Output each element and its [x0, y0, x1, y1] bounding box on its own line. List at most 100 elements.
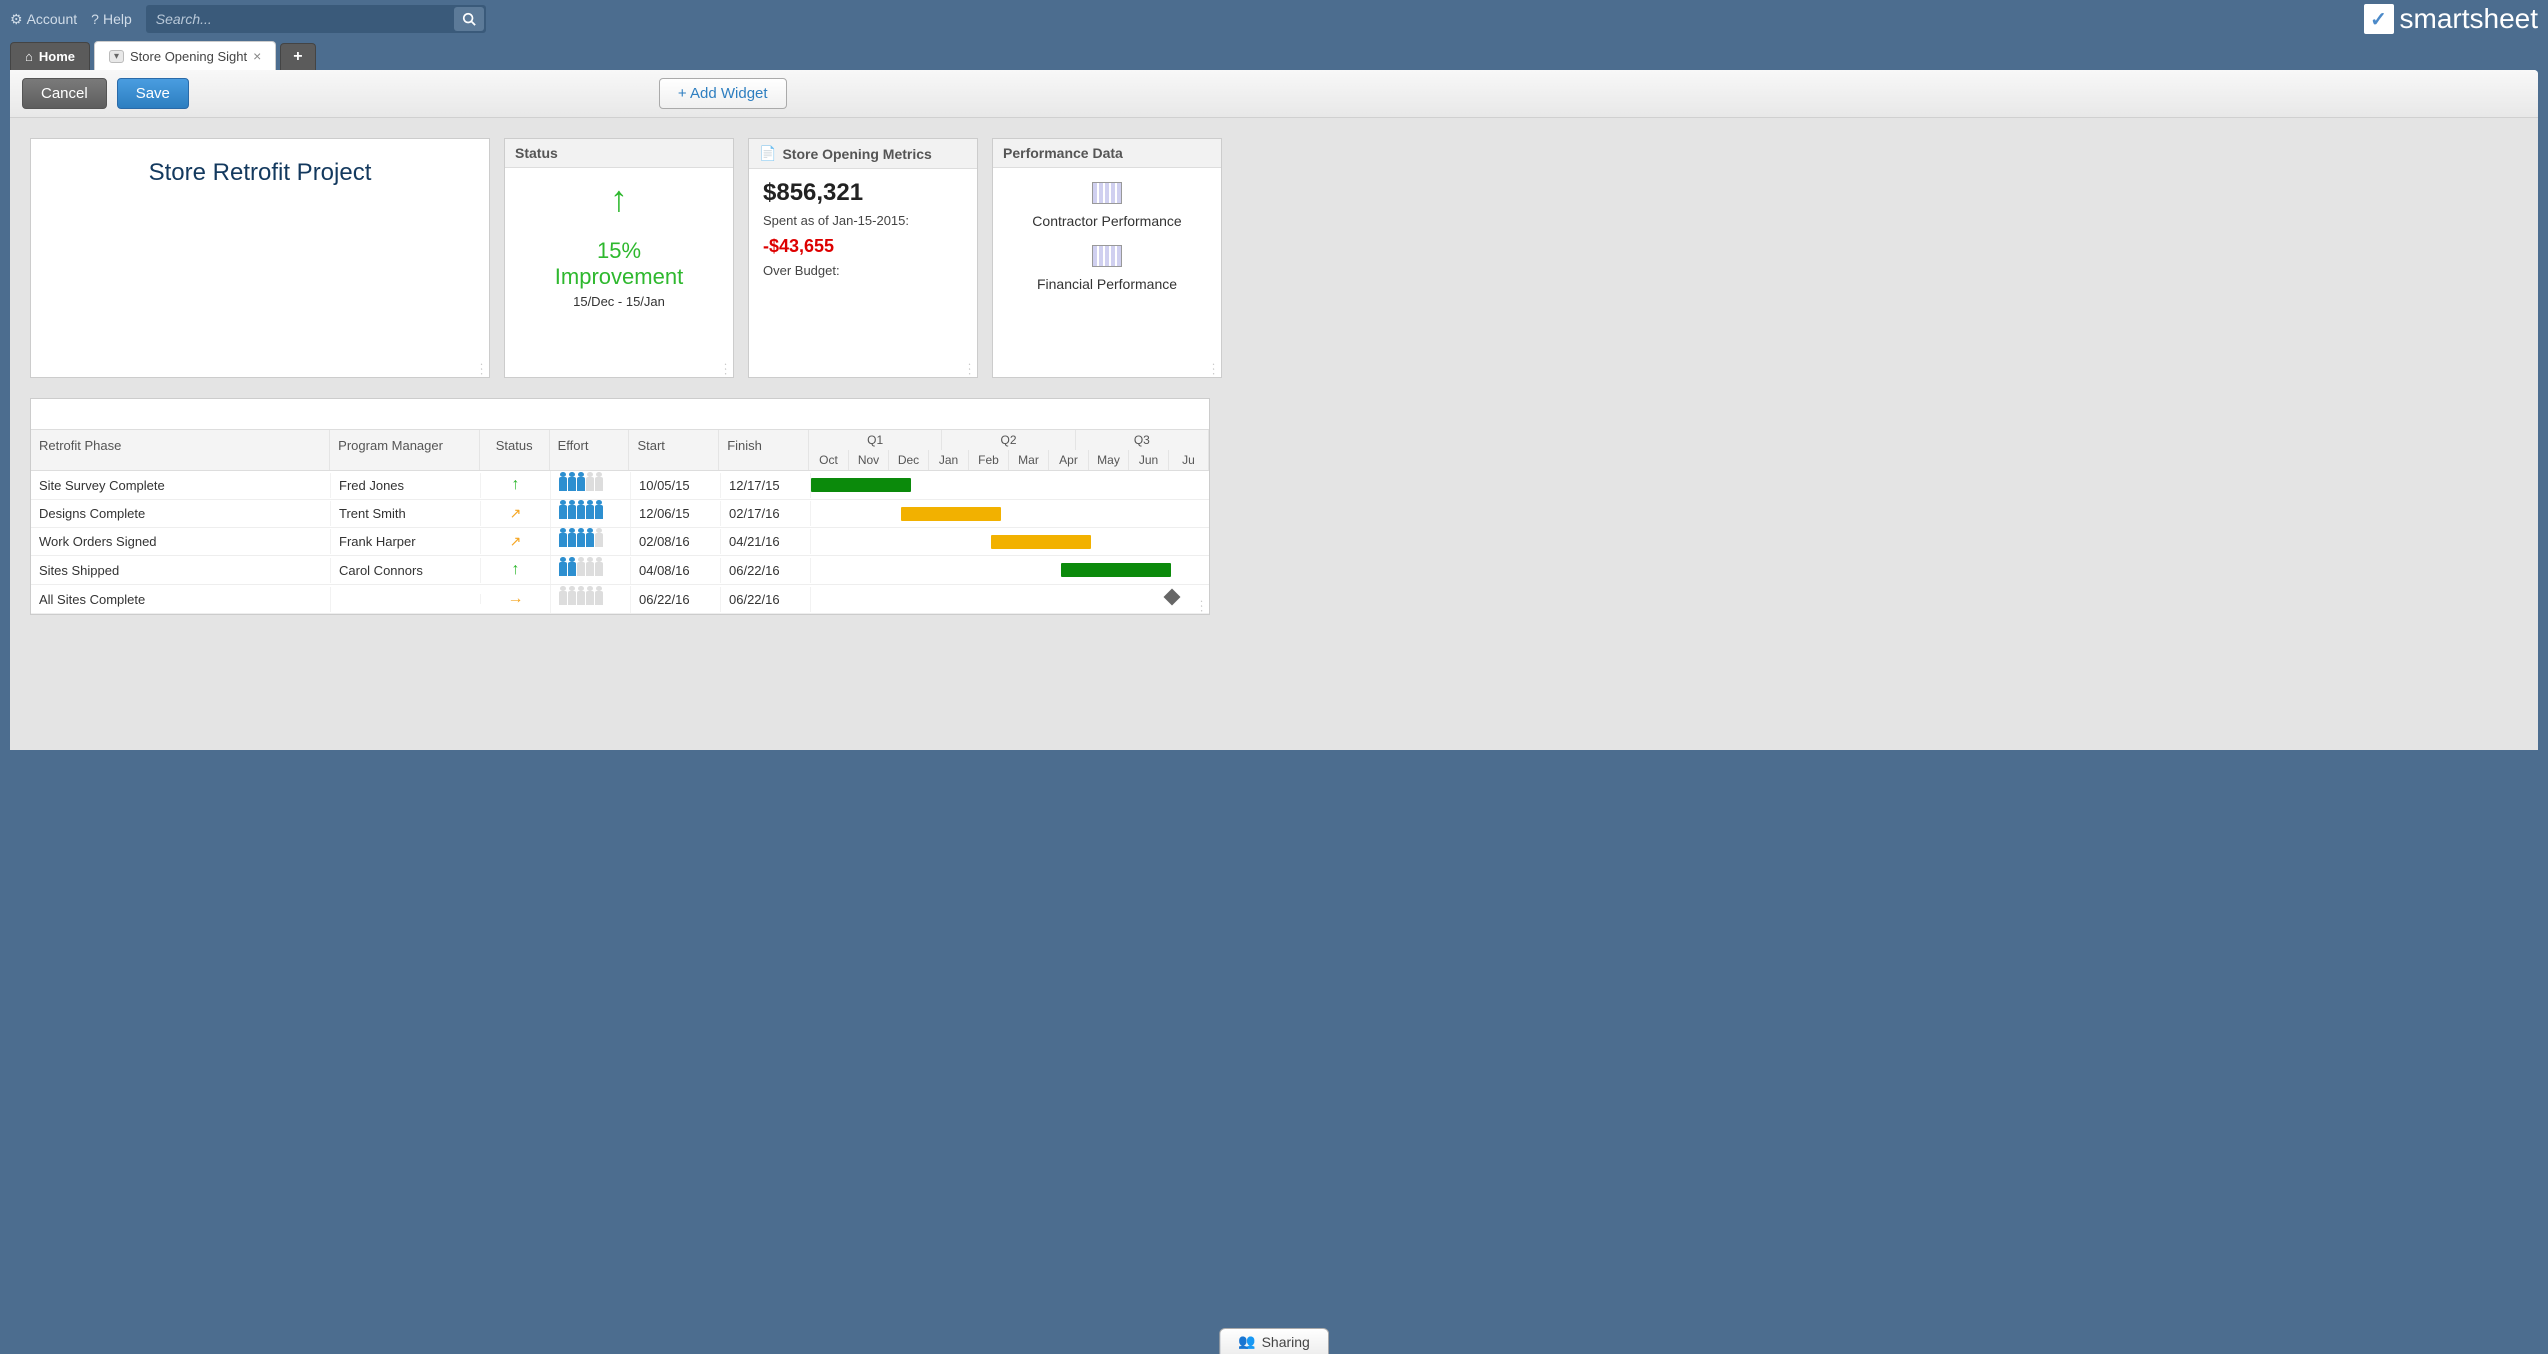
col-finish-header[interactable]: Finish: [719, 430, 809, 470]
cancel-button[interactable]: Cancel: [22, 78, 107, 109]
cell-finish: 04/21/16: [721, 529, 811, 554]
gantt-bar[interactable]: [991, 535, 1091, 549]
col-effort-header[interactable]: Effort: [550, 430, 630, 470]
gantt-bar[interactable]: [1061, 563, 1171, 577]
month-cell: Ju: [1169, 450, 1209, 470]
gantt-row[interactable]: All Sites Complete→06/22/1606/22/16: [31, 585, 1209, 614]
gantt-bar[interactable]: [811, 478, 911, 492]
search-button[interactable]: [454, 7, 484, 31]
person-icon: [586, 591, 594, 605]
tab-active-label: Store Opening Sight: [130, 49, 247, 64]
resize-handle-icon[interactable]: ⋰: [963, 362, 978, 377]
plus-icon: +: [293, 48, 302, 65]
col-status-header[interactable]: Status: [480, 430, 550, 470]
col-pm-header[interactable]: Program Manager: [330, 430, 480, 470]
col-start-header[interactable]: Start: [629, 430, 719, 470]
save-button[interactable]: Save: [117, 78, 189, 109]
dashboard-canvas: Store Retrofit Project ⋰ Status ↑ 15% Im…: [10, 118, 2538, 750]
sharing-tab[interactable]: 👥 Sharing: [1219, 1328, 1329, 1354]
tab-home-label: Home: [39, 49, 75, 64]
metrics-amount: $856,321: [763, 179, 963, 207]
month-cell: Apr: [1049, 450, 1089, 470]
timeline-cell: [811, 503, 1209, 525]
widget-status[interactable]: Status ↑ 15% Improvement 15/Dec - 15/Jan…: [504, 138, 734, 378]
cell-start: 12/06/15: [631, 501, 721, 526]
performance-header: Performance Data: [993, 139, 1221, 168]
search-icon: [462, 12, 476, 26]
account-link[interactable]: ⚙ Account: [10, 11, 77, 28]
performance-link-2[interactable]: Financial Performance: [1007, 276, 1207, 292]
project-title: Store Retrofit Project: [149, 159, 372, 187]
add-widget-button[interactable]: + Add Widget: [659, 78, 787, 109]
cell-start: 06/22/16: [631, 587, 721, 612]
resize-handle-icon[interactable]: ⋰: [719, 362, 734, 377]
toolbar: Cancel Save + Add Widget: [10, 70, 2538, 118]
person-icon: [586, 562, 594, 576]
brand-logo: ✓ smartsheet: [2364, 3, 2539, 35]
gantt-row[interactable]: Designs CompleteTrent Smith↗12/06/1502/1…: [31, 500, 1209, 528]
widget-performance[interactable]: Performance Data Contractor Performance …: [992, 138, 1222, 378]
cell-status: ↑: [481, 471, 551, 499]
timeline-cell: [811, 588, 1209, 610]
account-label: Account: [27, 11, 78, 27]
month-cell: Dec: [889, 450, 929, 470]
resize-handle-icon[interactable]: ⋰: [1207, 362, 1222, 377]
sharing-label: Sharing: [1262, 1334, 1310, 1350]
search-wrap: [146, 5, 486, 33]
cell-pm: Fred Jones: [331, 473, 481, 498]
person-icon: [568, 591, 576, 605]
arrow-diag-icon: ↗: [510, 505, 522, 521]
tab-active[interactable]: ▾ Store Opening Sight ×: [94, 41, 276, 70]
report-icon: [1092, 245, 1122, 267]
cell-status: ↗: [481, 528, 551, 555]
person-icon: [577, 562, 585, 576]
tab-home[interactable]: ⌂ Home: [10, 42, 90, 70]
status-header: Status: [505, 139, 733, 168]
cell-finish: 06/22/16: [721, 587, 811, 612]
help-link[interactable]: ? Help: [91, 11, 132, 27]
widget-metrics[interactable]: 📄 Store Opening Metrics $856,321 Spent a…: [748, 138, 978, 378]
arrow-diag-icon: ↗: [510, 533, 522, 549]
person-icon: [595, 591, 603, 605]
cell-pm: Frank Harper: [331, 529, 481, 554]
gantt-row[interactable]: Site Survey CompleteFred Jones↑ 10/05/151…: [31, 471, 1209, 500]
month-cell: Feb: [969, 450, 1009, 470]
person-icon: [577, 591, 585, 605]
person-icon: [559, 477, 567, 491]
metrics-asof: Spent as of Jan-15-2015:: [763, 213, 963, 228]
cell-start: 10/05/15: [631, 473, 721, 498]
search-input[interactable]: [146, 5, 486, 33]
month-cell: May: [1089, 450, 1129, 470]
cell-effort: [551, 500, 631, 527]
cell-finish: 02/17/16: [721, 501, 811, 526]
status-label: Improvement: [515, 264, 723, 290]
top-bar: ⚙ Account ? Help ✓ smartsheet: [0, 0, 2548, 38]
tab-dropdown-icon[interactable]: ▾: [109, 50, 124, 63]
widget-title[interactable]: Store Retrofit Project ⋰: [30, 138, 490, 378]
people-icon: 👥: [1238, 1333, 1255, 1350]
gantt-bar[interactable]: [901, 507, 1001, 521]
cell-effort: [551, 557, 631, 584]
cell-phase: Site Survey Complete: [31, 473, 331, 498]
tab-new[interactable]: +: [280, 43, 315, 70]
gantt-row[interactable]: Work Orders SignedFrank Harper ↗ 02/08/160…: [31, 528, 1209, 556]
cell-phase: Designs Complete: [31, 501, 331, 526]
person-icon: [577, 477, 585, 491]
cell-finish: 12/17/15: [721, 473, 811, 498]
month-cell: Oct: [809, 450, 849, 470]
metrics-over: Over Budget:: [763, 263, 963, 278]
help-icon: ?: [91, 11, 99, 27]
resize-handle-icon[interactable]: ⋰: [475, 362, 490, 377]
col-phase-header[interactable]: Retrofit Phase: [31, 430, 330, 470]
person-icon: [559, 562, 567, 576]
cell-start: 02/08/16: [631, 529, 721, 554]
widget-gantt[interactable]: Retrofit Phase Program Manager Status Ef…: [30, 398, 1210, 615]
arrow-right-icon: →: [508, 590, 524, 607]
milestone-diamond-icon[interactable]: [1164, 589, 1181, 606]
close-icon[interactable]: ×: [253, 48, 261, 64]
gantt-row[interactable]: Sites ShippedCarol Connors↑04/08/1606/22…: [31, 556, 1209, 585]
cell-status: ↑: [481, 556, 551, 584]
arrow-up-icon: ↑: [512, 561, 520, 578]
performance-link-1[interactable]: Contractor Performance: [1007, 213, 1207, 229]
cell-phase: Work Orders Signed: [31, 529, 331, 554]
